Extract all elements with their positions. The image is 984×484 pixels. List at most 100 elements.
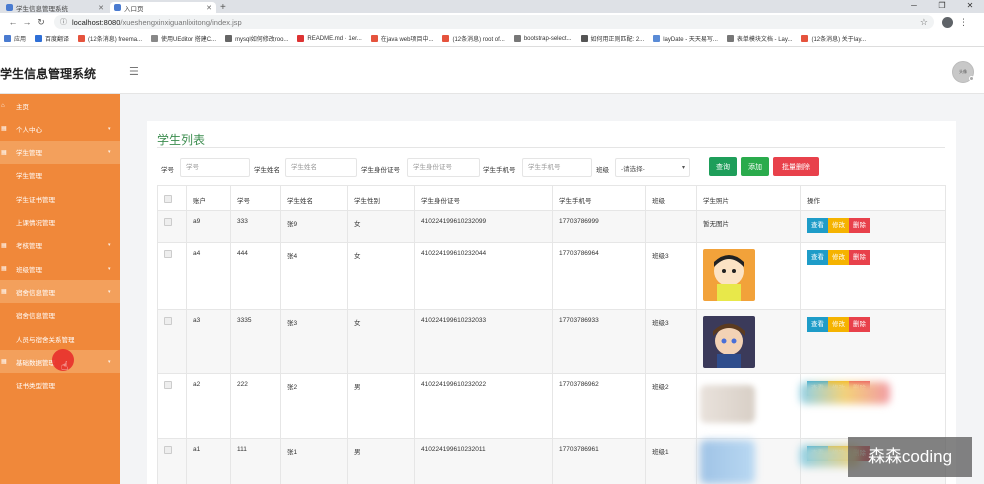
search-label-no: 学号 — [161, 167, 174, 174]
bookmark-label: mysql如何修改roo... — [235, 37, 289, 43]
sidebar-item[interactable]: ▦ 个人中心 ▾ — [0, 117, 120, 141]
edit-button[interactable]: 修改 — [828, 317, 849, 332]
divider — [157, 147, 945, 148]
cell-photo: 暂无图片 — [696, 210, 801, 243]
column-header: 账户 — [186, 185, 231, 211]
view-button[interactable]: 查看 — [807, 218, 828, 233]
cell-gender: 女 — [347, 242, 415, 310]
cell-class: 班级3 — [645, 309, 697, 374]
row-checkbox[interactable] — [164, 218, 172, 226]
bookmark-item[interactable]: 表单模块文档 - Lay... — [726, 34, 792, 43]
sidebar-item[interactable]: ▦ 班级管理 ▾ — [0, 257, 120, 281]
forward-icon[interactable]: → — [20, 17, 34, 27]
blurred-actions — [800, 382, 890, 404]
phone-input[interactable] — [522, 158, 592, 177]
cell-class: 班级3 — [645, 242, 697, 310]
hamburger-icon[interactable]: ☰ — [129, 65, 139, 78]
close-window-icon[interactable]: ✕ — [956, 0, 984, 12]
close-tab-icon[interactable]: ✕ — [98, 4, 104, 12]
sidebar-item[interactable]: 学生证书管理 — [0, 187, 120, 211]
sidebar-item-label: 个人中心 — [16, 126, 42, 134]
back-icon[interactable]: ← — [6, 17, 20, 27]
bookmark-item[interactable]: (12条消息) root of... — [442, 34, 505, 43]
cell-no: 333 — [230, 210, 281, 243]
row-checkbox[interactable] — [164, 317, 172, 325]
sidebar-item[interactable]: 上课情况管理 — [0, 210, 120, 234]
bookmark-item[interactable]: README.md · 1er... — [297, 35, 362, 42]
close-tab-icon[interactable]: ✕ — [206, 4, 212, 12]
chevron-down-icon: ▾ — [108, 149, 111, 156]
cell-phone: 17703786962 — [552, 373, 646, 439]
select-cell — [157, 309, 187, 374]
sidebar-item[interactable]: 人员与宿舍关系管理 — [0, 327, 120, 350]
bookmark-label: (12条消息) freema... — [88, 37, 143, 43]
bookmark-favicon-icon — [580, 35, 588, 42]
cell-account: a3 — [186, 309, 231, 374]
sidebar-item[interactable]: ▦ 学生管理 ▾ — [0, 140, 120, 164]
chevron-down-icon: ▾ — [681, 165, 685, 171]
bookmark-star-icon[interactable]: ☆ — [920, 17, 928, 28]
sidebar-item[interactable]: ⌂ 主页 — [0, 94, 120, 117]
student-no-input[interactable] — [180, 158, 250, 177]
bookmark-item[interactable]: 如何用正则匹配: 2... — [580, 34, 644, 43]
tab-strip: 学生信息管理系统 ✕ 入口页 ✕ + ─ ❐ ✕ — [0, 0, 984, 13]
bookmark-label: 应用 — [14, 37, 27, 43]
bookmark-item[interactable]: mysql如何修改roo... — [225, 34, 288, 43]
student-name-input[interactable] — [285, 158, 357, 177]
address-bar[interactable]: ⓘ localhost:8080 /xueshengxinxiguanlixit… — [54, 15, 934, 29]
idcard-input[interactable] — [407, 158, 480, 177]
sidebar-item[interactable]: 学生管理 — [0, 163, 120, 187]
select-all-checkbox[interactable] — [164, 195, 172, 203]
chevron-down-icon: ▾ — [108, 288, 111, 295]
cell-no: 111 — [230, 438, 281, 484]
bookmark-item[interactable]: 使用UEditor 搭建C... — [151, 34, 216, 43]
sidebar-item[interactable]: 宿舍信息管理 — [0, 303, 120, 327]
view-button[interactable]: 查看 — [807, 317, 828, 332]
bookmark-item[interactable]: (12条消息) 关于lay... — [801, 34, 866, 43]
sidebar: ⌂ 主页 ▦ 个人中心 ▾ ▦ 学生管理 ▾ 学生管理 学生证书管理上课情况管理 ▦ 考核管理 ▾ ▦ 班级… — [0, 94, 120, 484]
edit-button[interactable]: 修改 — [828, 250, 849, 265]
chevron-down-icon: ▾ — [108, 265, 111, 272]
site-info-icon[interactable]: ⓘ — [60, 17, 67, 27]
add-button[interactable]: 添加 — [741, 157, 769, 176]
sidebar-item[interactable]: ▦ 考核管理 ▾ — [0, 233, 120, 257]
delete-button[interactable]: 删除 — [849, 250, 870, 265]
bookmark-label: (12条消息) root of... — [452, 37, 505, 43]
cell-no: 3335 — [230, 309, 281, 374]
bookmark-item[interactable]: 应用 — [4, 34, 26, 43]
bookmark-item[interactable]: bootstrap-select... — [513, 35, 572, 42]
column-header: 班级 — [645, 185, 697, 211]
avatar[interactable]: 头像 — [952, 61, 974, 83]
delete-button[interactable]: 删除 — [849, 317, 870, 332]
bookmark-item[interactable]: layDate - 天天易写... — [653, 34, 718, 43]
delete-button[interactable]: 删除 — [849, 218, 870, 233]
restore-icon[interactable]: ❐ — [928, 0, 956, 12]
cell-phone: 17703786999 — [552, 210, 646, 243]
bookmark-item[interactable]: (12条消息) freema... — [78, 34, 142, 43]
tab-entry-page[interactable]: 入口页 ✕ — [110, 2, 216, 13]
search-label-class: 班级 — [596, 167, 609, 174]
select-all-cell — [157, 185, 187, 211]
cell-idcard: 410224199610232033 — [414, 309, 553, 374]
row-checkbox[interactable] — [164, 446, 172, 454]
cell-gender: 男 — [347, 438, 415, 484]
bookmark-item[interactable]: 在java web项目中... — [370, 34, 433, 43]
menu-icon[interactable]: ⋮ — [959, 17, 968, 28]
row-checkbox[interactable] — [164, 250, 172, 258]
view-button[interactable]: 查看 — [807, 250, 828, 265]
bookmark-favicon-icon — [35, 35, 43, 42]
batch-delete-button[interactable]: 批量删除 — [773, 157, 819, 176]
profile-icon[interactable] — [942, 16, 953, 28]
row-checkbox[interactable] — [164, 381, 172, 389]
query-button[interactable]: 查询 — [709, 157, 737, 176]
sidebar-item[interactable]: 证书类型管理 — [0, 373, 120, 397]
tab-student-system[interactable]: 学生信息管理系统 ✕ — [2, 2, 108, 13]
bookmark-item[interactable]: 百度翻译 — [35, 34, 69, 43]
class-select[interactable]: -请选择- ▾ — [615, 158, 690, 177]
sidebar-item[interactable]: ▦ 宿舍信息管理 ▾ — [0, 280, 120, 304]
sidebar-item-label: 上课情况管理 — [16, 220, 55, 227]
minimize-icon[interactable]: ─ — [900, 0, 928, 12]
reload-icon[interactable]: ↻ — [34, 17, 48, 28]
new-tab-button[interactable]: + — [220, 2, 226, 13]
edit-button[interactable]: 修改 — [828, 218, 849, 233]
